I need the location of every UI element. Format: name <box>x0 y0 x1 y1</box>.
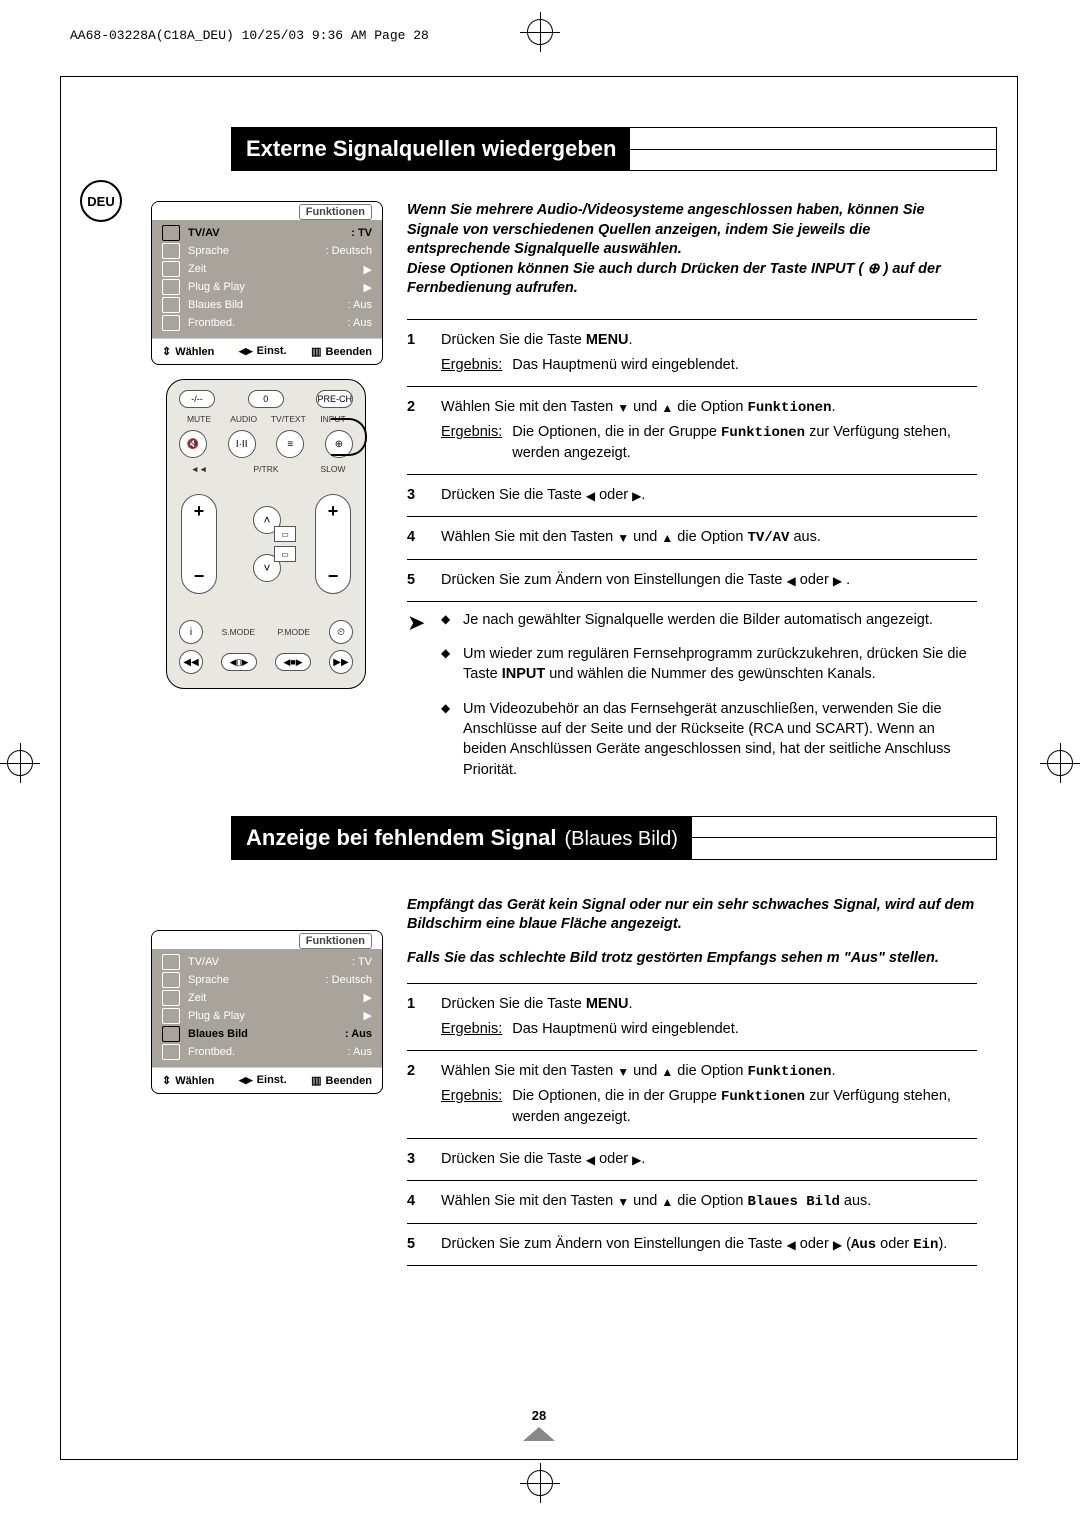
section-1: Funktionen TV/AVTV SpracheDeutsch Zeit▶ … <box>61 171 1017 806</box>
section2-intro-2: Falls Sie das schlechte Bild trotz gestö… <box>407 949 977 969</box>
osd-row-icon <box>162 315 180 331</box>
section-title-bar: Externe Signalquellen wiedergeben <box>231 127 997 171</box>
remote-prech-button: PRE-CH <box>316 390 353 408</box>
note-item: Je nach gewählter Signalquelle werden di… <box>441 610 977 630</box>
step: 4Wählen Sie mit den Tasten ▼ und ▲ die O… <box>407 516 977 558</box>
osd-row-icon <box>162 1044 180 1060</box>
remote-audio-label: AUDIO <box>224 414 264 424</box>
section2-title-bar: Anzeige bei fehlendem Signal(Blaues Bild… <box>231 816 997 860</box>
section1-notes: ➤ Je nach gewählter Signalquelle werden … <box>407 602 977 806</box>
osd-row-icon <box>162 972 180 988</box>
osd2-heading: Funktionen <box>152 931 382 949</box>
osd2-foot-exit: Beenden <box>311 1074 372 1087</box>
osd-row-icon <box>162 1008 180 1024</box>
remote-pmode-label: P.MODE <box>274 627 314 637</box>
section2-title: Anzeige bei fehlendem Signal(Blaues Bild… <box>232 817 692 859</box>
osd-row-icon <box>162 261 180 277</box>
note-item: Um Videozubehör an das Fernsehgerät anzu… <box>441 699 977 780</box>
osd-row-icon <box>162 297 180 313</box>
osd-row: Zeit▶ <box>162 989 372 1007</box>
osd-row-icon <box>162 225 180 241</box>
crop-mark-left <box>0 743 40 783</box>
section-2: Funktionen TV/AVTV SpracheDeutsch Zeit▶ … <box>61 860 1017 1266</box>
osd2-foot-adjust: Einst. <box>239 1074 287 1087</box>
step: 1Drücken Sie die Taste MENU.Ergebnis:Das… <box>407 983 977 1050</box>
remote-ptrk-label: P/TRK <box>246 464 286 474</box>
osd-row: TV/AVTV <box>162 224 372 242</box>
step: 2Wählen Sie mit den Tasten ▼ und ▲ die O… <box>407 1050 977 1139</box>
step: 5Drücken Sie zum Ändern von Einstellunge… <box>407 559 977 602</box>
remote-menu-small: ▭ <box>274 526 296 542</box>
note-item: Um wieder zum regulären Fernsehprogramm … <box>441 644 977 685</box>
remote-mute-label: MUTE <box>179 414 219 424</box>
osd-row: Frontbed.Aus <box>162 1043 372 1061</box>
osd-row: Plug & Play▶ <box>162 278 372 296</box>
remote-illustration: -/-- 0 PRE-CH MUTE AUDIO TV/TEXT INPUT 🔇… <box>166 379 366 689</box>
osd-row: SpracheDeutsch <box>162 242 372 260</box>
remote-vol-down-icon: − <box>194 566 205 587</box>
remote-input-icon: ⊕ <box>325 430 353 458</box>
page-number-block: 28 <box>523 1408 555 1441</box>
remote-smode-label: S.MODE <box>218 627 258 637</box>
remote-bot-1-icon: i <box>179 620 203 644</box>
osd-row-icon <box>162 990 180 1006</box>
remote-vol-up-icon: + <box>194 501 205 522</box>
osd-row: Zeit▶ <box>162 260 372 278</box>
remote-bot-4-icon: ⏲ <box>329 620 353 644</box>
step: 5Drücken Sie zum Ändern von Einstellunge… <box>407 1223 977 1266</box>
osd-row-icon <box>162 279 180 295</box>
osd-row: TV/AVTV <box>162 953 372 971</box>
remote-rew-label: ◄◄ <box>179 464 219 474</box>
remote-audio-icon: I·II <box>228 430 256 458</box>
remote-rew-icon: ◀◀ <box>179 650 203 674</box>
step: 3Drücken Sie die Taste ◀ oder ▶. <box>407 474 977 516</box>
osd-foot-adjust: Einst. <box>239 345 287 358</box>
osd-foot-select: Wählen <box>162 345 214 358</box>
remote-slow-label: SLOW <box>313 464 353 474</box>
pointer-hand-icon: ➤ <box>407 610 441 794</box>
osd-row: Blaues BildAus <box>162 1025 372 1043</box>
step: 3Drücken Sie die Taste ◀ oder ▶. <box>407 1138 977 1180</box>
remote-ff-icon: ▶▶ <box>329 650 353 674</box>
step: 2Wählen Sie mit den Tasten ▼ und ▲ die O… <box>407 386 977 475</box>
remote-input-label: INPUT <box>313 414 353 424</box>
osd-row: SpracheDeutsch <box>162 971 372 989</box>
remote-mute-icon: 🔇 <box>179 430 207 458</box>
page-number: 28 <box>523 1408 555 1423</box>
osd-heading: Funktionen <box>152 202 382 220</box>
crop-mark-bottom <box>520 1463 560 1503</box>
section2-intro-1: Empfängt das Gerät kein Signal oder nur … <box>407 896 977 935</box>
page-frame: Externe Signalquellen wiedergeben Funkti… <box>60 76 1018 1460</box>
step: 4Wählen Sie mit den Tasten ▼ und ▲ die O… <box>407 1180 977 1222</box>
remote-tvtext-icon: ≡ <box>276 430 304 458</box>
crop-mark-right <box>1040 743 1080 783</box>
section1-intro: Wenn Sie mehrere Audio-/Videosysteme ang… <box>407 201 977 299</box>
osd-row: Frontbed.Aus <box>162 314 372 332</box>
remote-dash-button: -/-- <box>179 390 215 408</box>
remote-tvtext-label: TV/TEXT <box>268 414 308 424</box>
step: 1Drücken Sie die Taste MENU.Ergebnis:Das… <box>407 319 977 386</box>
remote-ch-down-icon: − <box>328 566 339 587</box>
remote-0-button: 0 <box>248 390 284 408</box>
remote-exit-small: ▭ <box>274 546 296 562</box>
osd-menu-2: Funktionen TV/AVTV SpracheDeutsch Zeit▶ … <box>151 930 383 1094</box>
osd2-foot-select: Wählen <box>162 1074 214 1087</box>
osd-row-icon <box>162 954 180 970</box>
osd-menu-1: Funktionen TV/AVTV SpracheDeutsch Zeit▶ … <box>151 201 383 365</box>
remote-channel-rocker: + − <box>315 494 351 594</box>
print-header: AA68-03228A(C18A_DEU) 10/25/03 9:36 AM P… <box>70 28 429 43</box>
remote-play-icon: ◀▯▶ <box>221 653 257 671</box>
osd-row-icon <box>162 1026 180 1042</box>
remote-ch-up-icon: + <box>328 501 339 522</box>
section-title: Externe Signalquellen wiedergeben <box>232 128 630 170</box>
osd-row: Blaues BildAus <box>162 296 372 314</box>
osd-row: Plug & Play▶ <box>162 1007 372 1025</box>
page-triangle-icon <box>523 1427 555 1441</box>
crop-mark-top <box>520 12 560 52</box>
osd-row-icon <box>162 243 180 259</box>
remote-volume-rocker: + − <box>181 494 217 594</box>
remote-stop-icon: ◀■▶ <box>275 653 311 671</box>
osd-foot-exit: Beenden <box>311 345 372 358</box>
